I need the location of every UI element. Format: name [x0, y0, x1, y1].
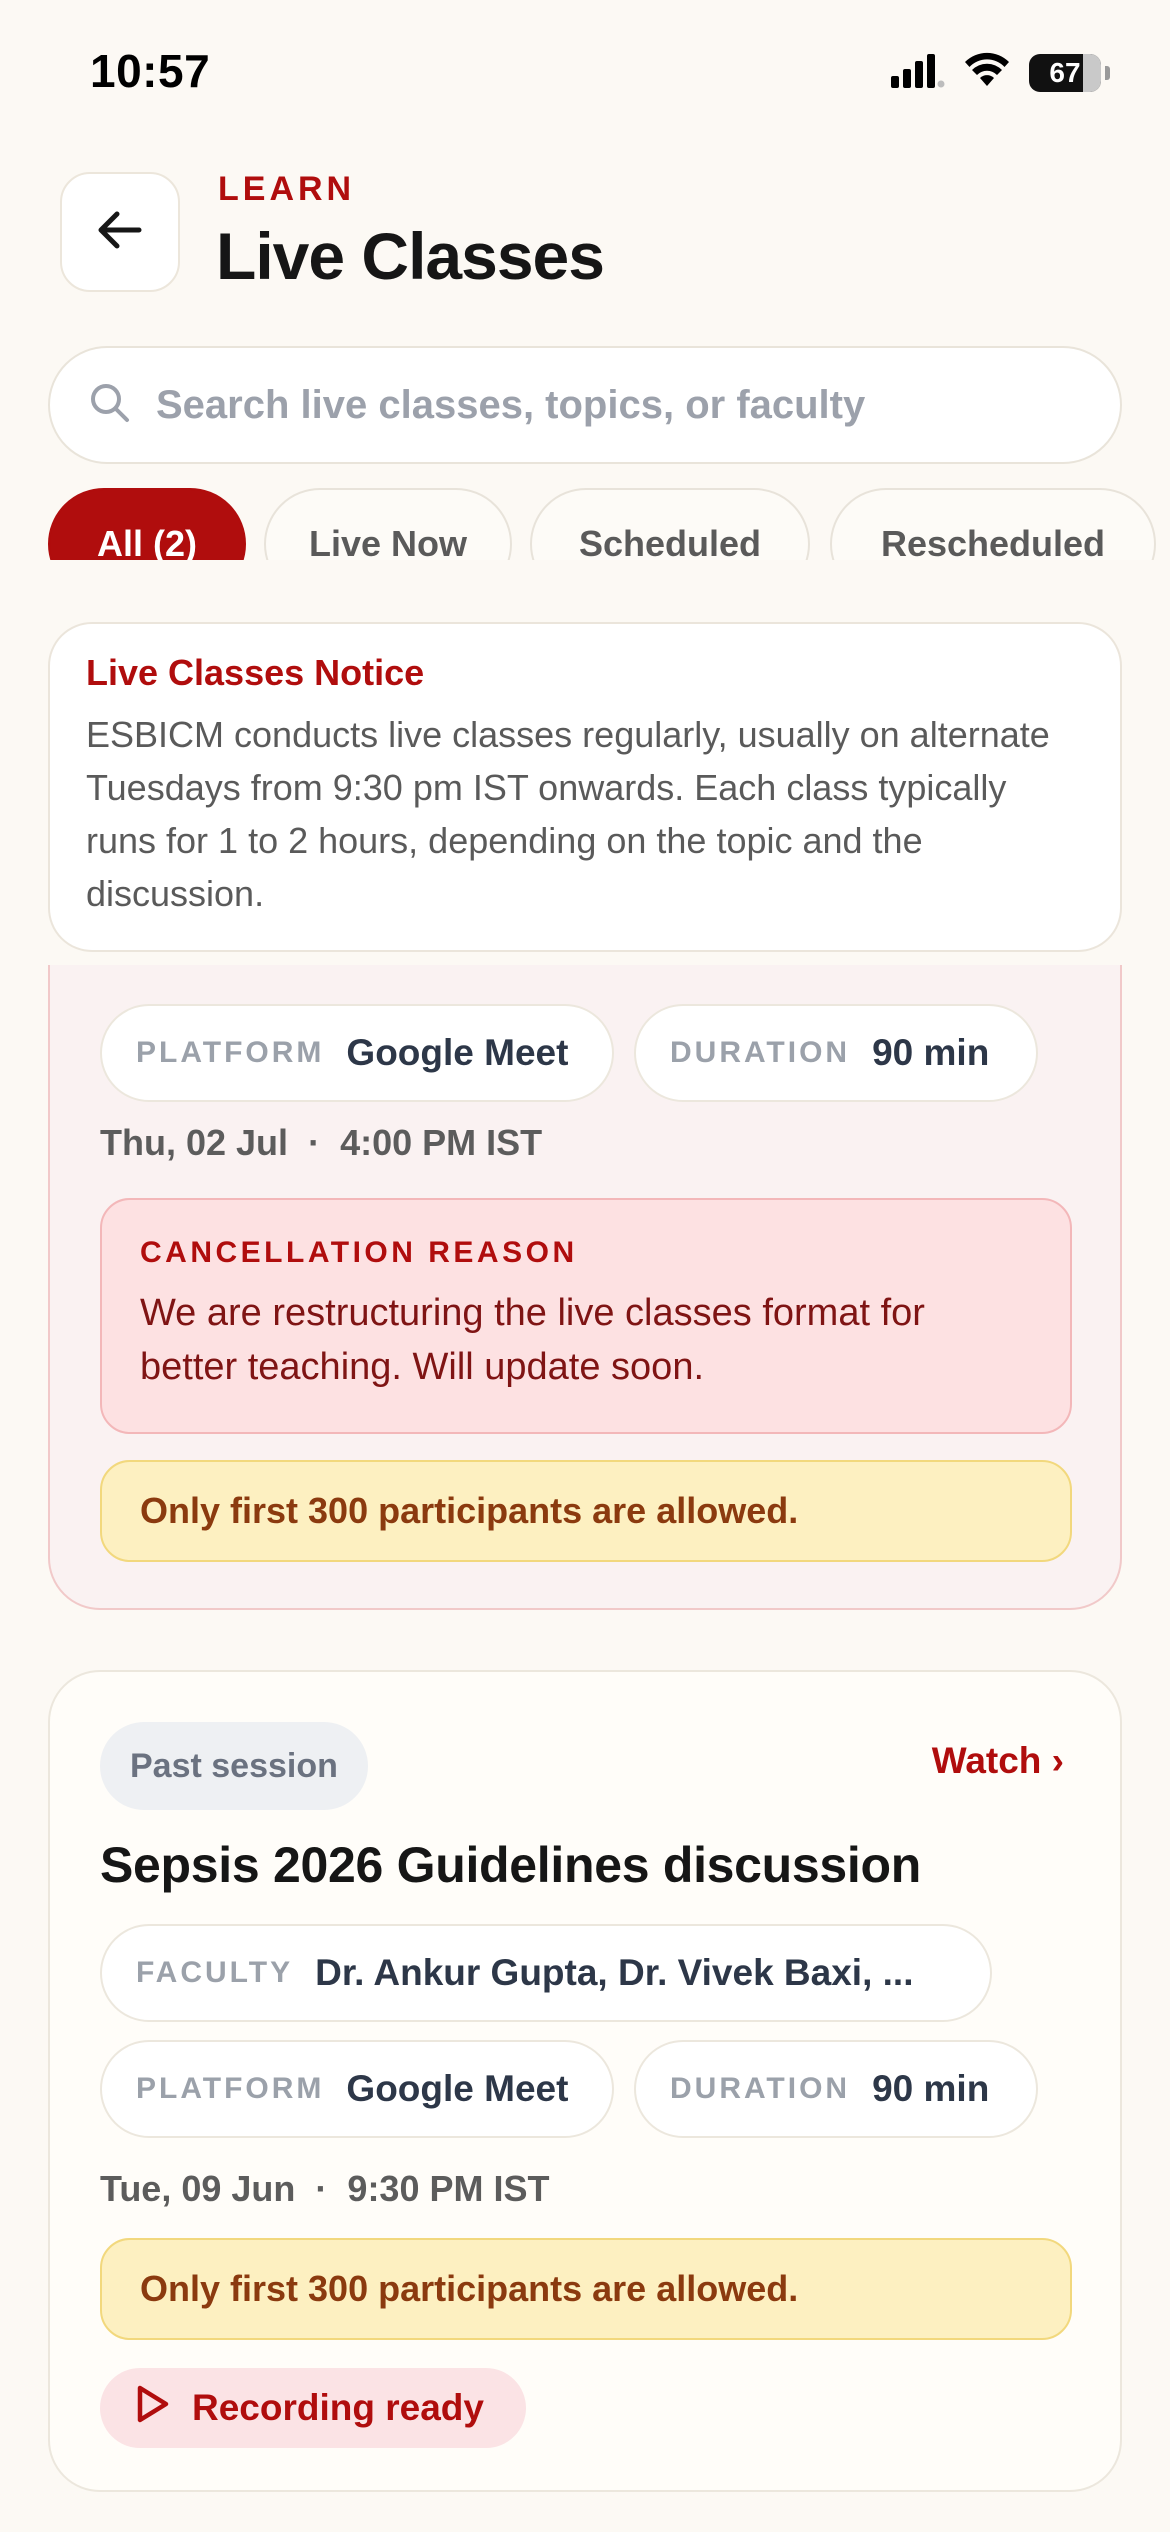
- search-bar[interactable]: [48, 346, 1122, 464]
- back-button[interactable]: [60, 172, 180, 292]
- recording-ready-button[interactable]: Recording ready: [100, 2368, 526, 2448]
- wifi-icon: [963, 52, 1011, 93]
- session-time: 9:30 PM IST: [347, 2168, 550, 2209]
- status-bar: 10:57 67: [0, 0, 1170, 150]
- session-date: Thu, 02 Jul: [100, 1122, 289, 1163]
- section-eyebrow: LEARN: [218, 170, 356, 208]
- play-icon: [134, 2384, 170, 2433]
- battery-cap: [1105, 65, 1110, 80]
- faculty-value: Dr. Ankur Gupta, Dr. Vivek Baxi, ...: [315, 1952, 914, 1993]
- battery-icon: 67: [1029, 53, 1101, 92]
- search-icon: [88, 381, 132, 430]
- search-input[interactable]: [156, 382, 1076, 428]
- battery-level: 67: [1049, 56, 1081, 88]
- cellular-signal-icon: [891, 52, 945, 93]
- back-arrow-icon: [93, 203, 147, 262]
- cancellation-label: CANCELLATION REASON: [140, 1236, 578, 1269]
- platform-label: PLATFORM: [136, 1036, 325, 1069]
- datetime-separator: ·: [298, 1122, 331, 1163]
- session-title: Sepsis 2026 Guidelines discussion: [100, 1837, 922, 1893]
- notice-body: ESBICM conducts live classes regularly, …: [86, 714, 1050, 914]
- duration-value: 90 min: [872, 2068, 990, 2109]
- platform-label: PLATFORM: [136, 2072, 325, 2105]
- platform-pill: PLATFORM Google Meet: [100, 1004, 614, 1102]
- status-icons: 67: [891, 52, 1110, 93]
- session-date: Tue, 09 Jun: [100, 2168, 296, 2209]
- live-classes-screen: 10:57 67 LEARN Live Classes Search live …: [0, 0, 1170, 2532]
- platform-value: Google Meet: [346, 1032, 569, 1073]
- session-datetime: Thu, 02 Jul · 4:00 PM IST: [100, 1122, 542, 1164]
- recording-label: Recording ready: [192, 2387, 484, 2428]
- platform-value: Google Meet: [346, 2068, 569, 2109]
- duration-label: DURATION: [670, 1036, 851, 1069]
- status-badge: Past session: [100, 1722, 368, 1810]
- page-title: Live Classes: [216, 219, 605, 293]
- faculty-label: FACULTY: [136, 1956, 294, 1989]
- platform-pill: PLATFORM Google Meet: [100, 2040, 614, 2138]
- duration-label: DURATION: [670, 2072, 851, 2105]
- participant-limit-notice: Only first 300 participants are allowed.: [100, 1460, 1072, 1562]
- session-card-cancelled[interactable]: PLATFORM Google Meet DURATION 90 min Thu…: [48, 862, 1122, 1610]
- session-datetime: Tue, 09 Jun · 9:30 PM IST: [100, 2168, 549, 2210]
- datetime-separator: ·: [305, 2168, 338, 2209]
- watch-link[interactable]: Watch ›: [932, 1740, 1064, 1782]
- live-classes-notice: Live Classes Notice ESBICM conducts live…: [48, 622, 1122, 952]
- status-time: 10:57: [90, 45, 211, 97]
- cancellation-reason-box: CANCELLATION REASON We are restructuring…: [100, 1198, 1072, 1434]
- session-time: 4:00 PM IST: [340, 1122, 543, 1163]
- notice-title: Live Classes Notice: [86, 652, 425, 693]
- duration-value: 90 min: [872, 1032, 990, 1073]
- participant-limit-notice: Only first 300 participants are allowed.: [100, 2238, 1072, 2340]
- duration-pill: DURATION 90 min: [634, 1004, 1038, 1102]
- cancellation-text: We are restructuring the live classes fo…: [140, 1292, 925, 1388]
- duration-pill: DURATION 90 min: [634, 2040, 1038, 2138]
- faculty-pill: FACULTY Dr. Ankur Gupta, Dr. Vivek Baxi,…: [100, 1924, 992, 2022]
- session-card-past[interactable]: Past session Watch › Sepsis 2026 Guideli…: [48, 1670, 1122, 2492]
